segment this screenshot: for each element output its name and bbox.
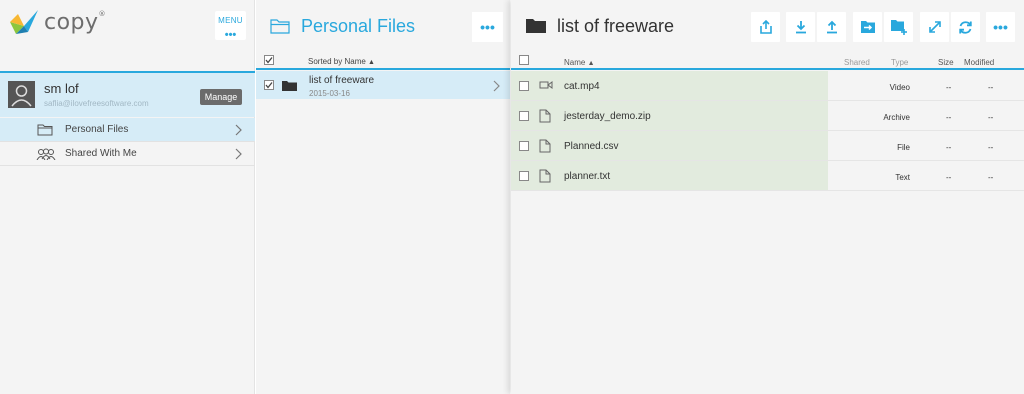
user-name: sm lof <box>44 81 79 96</box>
sidebar-item-shared-with-me[interactable]: Shared With Me <box>0 142 255 166</box>
folder-icon <box>526 18 546 33</box>
row-checkbox[interactable] <box>519 171 529 181</box>
menu-label: MENU <box>218 16 243 25</box>
more-icon: ••• <box>993 19 1008 35</box>
sidebar-item-label: Shared With Me <box>65 148 137 159</box>
file-size: -- <box>946 173 952 182</box>
folder-icon <box>270 18 290 34</box>
select-all-checkbox[interactable] <box>264 55 274 65</box>
file-name: Planned.csv <box>564 141 619 152</box>
download-icon <box>794 20 808 34</box>
file-modified: -- <box>988 83 994 92</box>
menu-button[interactable]: MENU ••• <box>215 11 246 41</box>
sidebar-item-personal-files[interactable]: Personal Files <box>0 118 255 142</box>
share-icon <box>759 20 773 34</box>
folder-icon <box>282 80 297 91</box>
table-row[interactable]: planner.txt Text -- -- <box>511 161 1024 191</box>
people-icon <box>36 148 56 160</box>
file-size: -- <box>946 83 952 92</box>
more-options-button[interactable]: ••• <box>472 12 503 42</box>
row-checkbox[interactable] <box>519 111 529 121</box>
upload-button[interactable] <box>817 12 846 42</box>
folder-contents-pane: list of freeware ••• Name ▲ Shared Type … <box>511 0 1024 394</box>
divider <box>0 165 255 166</box>
logo-text: copy® <box>44 9 107 35</box>
file-type: Video <box>889 83 910 92</box>
file-size: -- <box>946 113 952 122</box>
file-type: File <box>897 143 910 152</box>
expand-button[interactable] <box>920 12 949 42</box>
paper-crane-icon <box>8 8 40 36</box>
video-icon <box>539 79 553 91</box>
file-name: jesterday_demo.zip <box>564 111 651 122</box>
column-header-shared[interactable]: Shared <box>844 58 870 67</box>
column-header-modified[interactable]: Modified <box>964 58 994 67</box>
row-checkbox[interactable] <box>519 141 529 151</box>
table-header: Name ▲ Shared Type Size Modified <box>511 53 1024 70</box>
user-card[interactable]: sm lof saflia@ilovefreesoftware.com Mana… <box>0 71 255 117</box>
sort-ascending-icon: ▲ <box>587 60 595 67</box>
list-item[interactable]: list of freeware 2015-03-16 <box>256 71 510 99</box>
file-icon <box>539 169 551 183</box>
file-modified: -- <box>988 143 994 152</box>
row-highlight <box>511 161 828 190</box>
sidebar-item-label: Personal Files <box>65 124 129 135</box>
user-email: saflia@ilovefreesoftware.com <box>44 99 149 108</box>
table-row[interactable]: cat.mp4 Video -- -- <box>511 71 1024 101</box>
copy-logo[interactable]: copy® <box>8 8 106 36</box>
share-button[interactable] <box>751 12 780 42</box>
expand-icon <box>928 20 942 34</box>
table-row[interactable]: jesterday_demo.zip Archive -- -- <box>511 101 1024 131</box>
select-all-checkbox[interactable] <box>519 55 529 65</box>
chevron-right-icon <box>234 124 242 136</box>
registered-mark: ® <box>98 9 107 18</box>
chevron-right-icon <box>234 148 242 160</box>
table-row[interactable]: Planned.csv File -- -- <box>511 131 1024 161</box>
move-button[interactable] <box>853 12 882 42</box>
row-highlight <box>511 101 828 130</box>
user-icon <box>8 81 35 108</box>
row-checkbox[interactable] <box>264 80 274 90</box>
file-size: -- <box>946 143 952 152</box>
menu-dots-icon: ••• <box>224 29 237 41</box>
move-icon <box>860 20 876 34</box>
column-header-name[interactable]: Name ▲ <box>564 58 595 67</box>
folder-name: list of freeware <box>309 75 375 86</box>
more-options-button[interactable]: ••• <box>986 12 1015 42</box>
sort-label[interactable]: Sorted by Name ▲ <box>308 57 375 66</box>
column-header-name-text: Name <box>564 58 586 67</box>
column-header-type[interactable]: Type <box>891 58 908 67</box>
row-checkbox[interactable] <box>519 81 529 91</box>
refresh-icon <box>958 20 973 35</box>
file-type: Archive <box>883 113 910 122</box>
list-header: Sorted by Name ▲ <box>256 53 510 70</box>
file-name: planner.txt <box>564 171 611 182</box>
refresh-button[interactable] <box>951 12 980 42</box>
manage-button[interactable]: Manage <box>200 89 242 105</box>
chevron-right-icon <box>492 80 500 92</box>
folder-date: 2015-03-16 <box>309 89 350 98</box>
pane-title: Personal Files <box>301 16 416 36</box>
file-icon <box>539 139 551 153</box>
new-folder-icon <box>890 19 908 35</box>
folder-list-pane: Personal Files ••• Sorted by Name ▲ list… <box>256 0 510 394</box>
download-button[interactable] <box>786 12 815 42</box>
file-type: Text <box>895 173 910 182</box>
new-folder-button[interactable] <box>884 12 913 42</box>
folder-icon <box>37 123 53 136</box>
row-highlight <box>511 131 828 160</box>
upload-icon <box>825 20 839 34</box>
avatar <box>8 81 35 108</box>
sort-ascending-icon: ▲ <box>368 59 375 66</box>
sidebar: copy® MENU ••• sm lof saflia@ilovefreeso… <box>0 0 255 394</box>
file-icon <box>539 109 551 123</box>
row-highlight <box>511 71 828 100</box>
file-modified: -- <box>988 113 994 122</box>
pane-title: list of freeware <box>557 16 675 36</box>
file-modified: -- <box>988 173 994 182</box>
sort-label-text: Sorted by Name <box>308 57 366 66</box>
column-header-size[interactable]: Size <box>938 58 954 67</box>
file-name: cat.mp4 <box>564 81 600 92</box>
